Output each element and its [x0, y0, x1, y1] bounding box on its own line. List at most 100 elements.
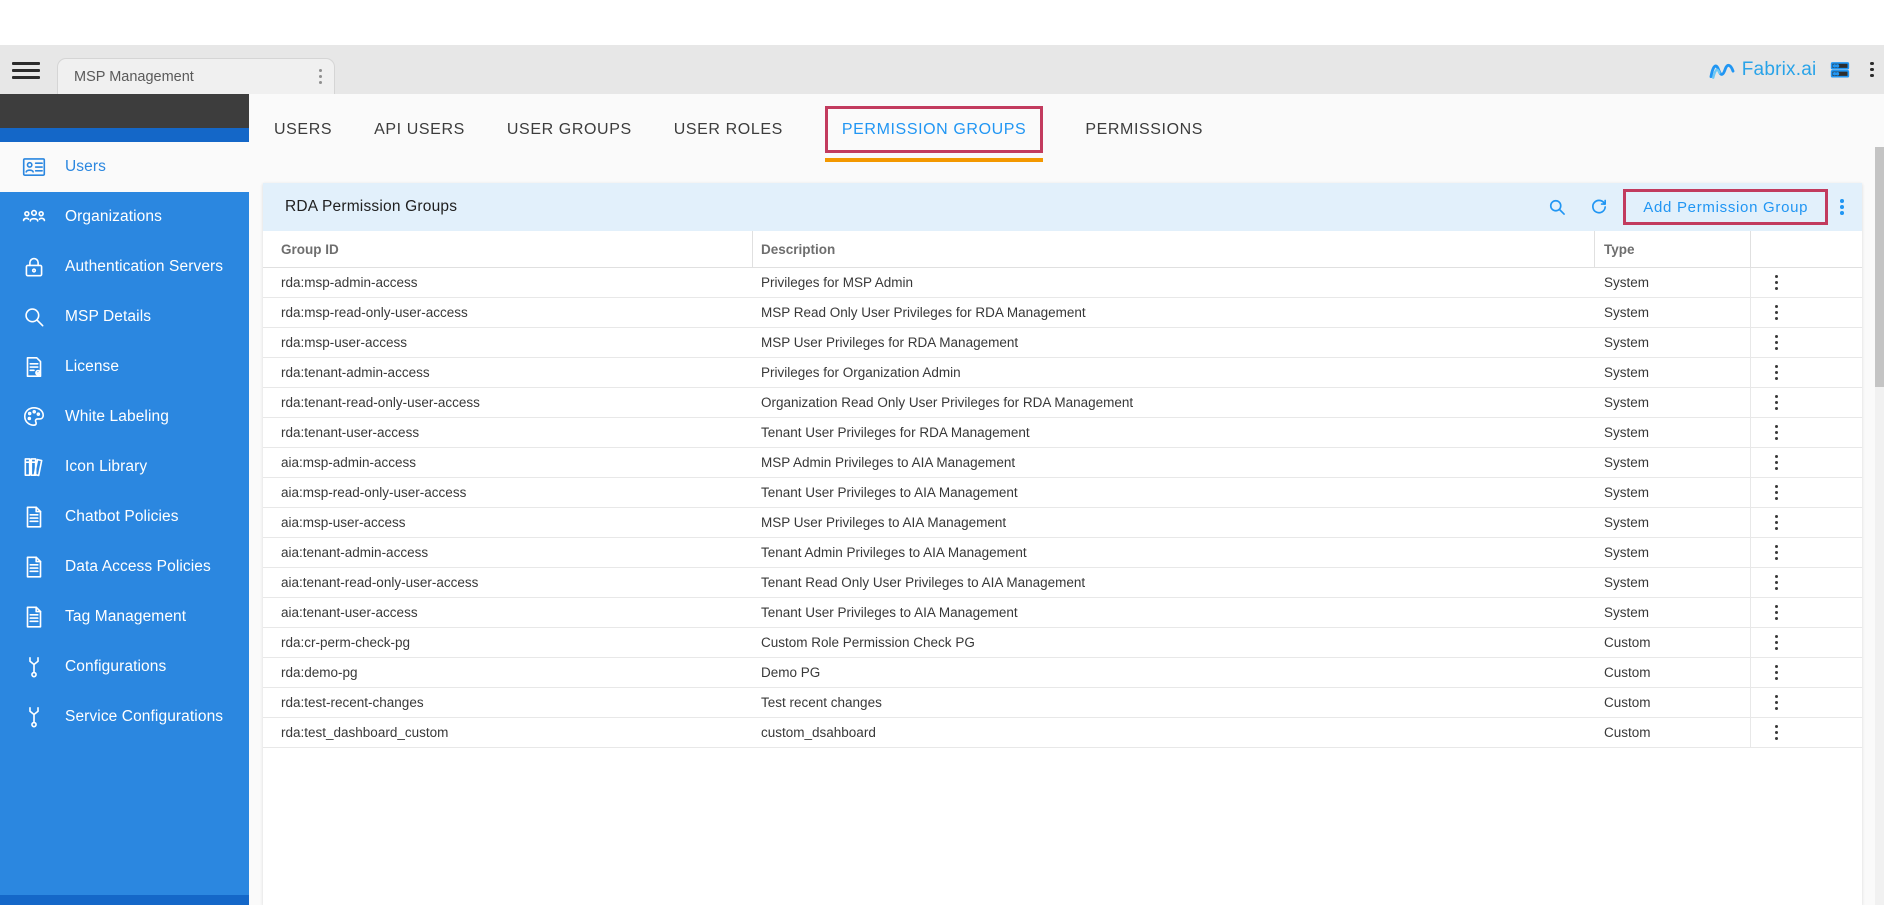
- tab-permission-groups[interactable]: PERMISSION GROUPS: [825, 106, 1043, 153]
- cell-type: Custom: [1595, 718, 1751, 747]
- books-icon: [20, 454, 47, 481]
- sidebar-item-service-configurations[interactable]: Service Configurations: [0, 692, 249, 742]
- table-row: aia:tenant-user-accessTenant User Privil…: [263, 598, 1862, 628]
- row-kebab-icon[interactable]: [1775, 695, 1778, 710]
- sidebar-item-label: White Labeling: [65, 408, 169, 426]
- row-kebab-icon[interactable]: [1775, 485, 1778, 500]
- window-tab-kebab-icon[interactable]: [319, 69, 322, 84]
- sidebar-item-icon-library[interactable]: Icon Library: [0, 442, 249, 492]
- cell-group-id: rda:cr-perm-check-pg: [263, 628, 753, 657]
- cell-description: Tenant User Privileges to AIA Management: [753, 478, 1595, 507]
- scrollbar-track[interactable]: [1875, 147, 1884, 905]
- sidebar-item-license[interactable]: License: [0, 342, 249, 392]
- panel-kebab-icon[interactable]: [1840, 199, 1844, 215]
- sidebar-accent-strip: [0, 128, 249, 142]
- cell-group-id: aia:msp-user-access: [263, 508, 753, 537]
- sidebar-item-organizations[interactable]: Organizations: [0, 192, 249, 242]
- cell-group-id: aia:msp-admin-access: [263, 448, 753, 477]
- table-header-row: Group ID Description Type: [263, 231, 1862, 268]
- column-header-group-id: Group ID: [263, 231, 753, 267]
- cell-description: Tenant Admin Privileges to AIA Managemen…: [753, 538, 1595, 567]
- cell-group-id: aia:msp-read-only-user-access: [263, 478, 753, 507]
- row-kebab-icon[interactable]: [1775, 395, 1778, 410]
- row-kebab-icon[interactable]: [1775, 725, 1778, 740]
- cell-actions: [1751, 628, 1862, 657]
- section-tabs: USERS API USERS USER GROUPS USER ROLES PERMI…: [274, 106, 1203, 153]
- row-kebab-icon[interactable]: [1775, 575, 1778, 590]
- row-kebab-icon[interactable]: [1775, 365, 1778, 380]
- sidebar-item-tag-management[interactable]: Tag Management: [0, 592, 249, 642]
- cell-actions: [1751, 538, 1862, 567]
- table-body: rda:msp-admin-accessPrivileges for MSP A…: [263, 268, 1862, 748]
- cell-type: System: [1595, 358, 1751, 387]
- sidebar-item-white-labeling[interactable]: White Labeling: [0, 392, 249, 442]
- cell-type: System: [1595, 568, 1751, 597]
- cell-actions: [1751, 298, 1862, 327]
- sidebar-item-label: Organizations: [65, 208, 162, 226]
- row-kebab-icon[interactable]: [1775, 455, 1778, 470]
- sidebar-item-configurations[interactable]: Configurations: [0, 642, 249, 692]
- row-kebab-icon[interactable]: [1775, 635, 1778, 650]
- browser-topbar: MSP Management Fabrix.ai: [0, 45, 1884, 94]
- tab-user-groups[interactable]: USER GROUPS: [507, 121, 632, 139]
- sidebar-item-authentication-servers[interactable]: Authentication Servers: [0, 242, 249, 292]
- row-kebab-icon[interactable]: [1775, 545, 1778, 560]
- cell-description: Tenant Read Only User Privileges to AIA …: [753, 568, 1595, 597]
- sidebar-item-label: Service Configurations: [65, 708, 223, 726]
- row-kebab-icon[interactable]: [1775, 665, 1778, 680]
- cell-group-id: rda:tenant-user-access: [263, 418, 753, 447]
- table-row: rda:tenant-admin-accessPrivileges for Or…: [263, 358, 1862, 388]
- row-kebab-icon[interactable]: [1775, 305, 1778, 320]
- table-row: rda:test-recent-changesTest recent chang…: [263, 688, 1862, 718]
- cell-type: System: [1595, 268, 1751, 297]
- cell-description: custom_dsahboard: [753, 718, 1595, 747]
- row-kebab-icon[interactable]: [1775, 275, 1778, 290]
- topbar-kebab-icon[interactable]: [1870, 62, 1874, 78]
- scrollbar-thumb[interactable]: [1875, 147, 1884, 387]
- window-tab[interactable]: MSP Management: [57, 58, 335, 94]
- row-kebab-icon[interactable]: [1775, 425, 1778, 440]
- cell-description: MSP Read Only User Privileges for RDA Ma…: [753, 298, 1595, 327]
- table-row: aia:tenant-read-only-user-accessTenant R…: [263, 568, 1862, 598]
- hamburger-menu-icon[interactable]: [12, 58, 40, 82]
- cell-actions: [1751, 388, 1862, 417]
- server-rack-icon[interactable]: [1830, 60, 1850, 80]
- cell-actions: [1751, 598, 1862, 627]
- add-permission-group-button[interactable]: Add Permission Group: [1623, 189, 1828, 225]
- cell-type: Custom: [1595, 628, 1751, 657]
- sidebar-item-users[interactable]: Users: [0, 142, 249, 192]
- cell-description: MSP User Privileges to AIA Management: [753, 508, 1595, 537]
- cell-type: Custom: [1595, 688, 1751, 717]
- brand-wave-icon: [1708, 59, 1736, 81]
- row-kebab-icon[interactable]: [1775, 605, 1778, 620]
- tab-user-roles[interactable]: USER ROLES: [674, 121, 783, 139]
- column-header-type: Type: [1595, 231, 1751, 267]
- palette-icon: [20, 404, 47, 431]
- refresh-icon[interactable]: [1589, 197, 1609, 217]
- cell-description: Custom Role Permission Check PG: [753, 628, 1595, 657]
- cell-group-id: rda:msp-read-only-user-access: [263, 298, 753, 327]
- cell-group-id: rda:test_dashboard_custom: [263, 718, 753, 747]
- sidebar-item-data-access-policies[interactable]: Data Access Policies: [0, 542, 249, 592]
- row-kebab-icon[interactable]: [1775, 335, 1778, 350]
- tab-api-users[interactable]: API USERS: [374, 121, 465, 139]
- row-kebab-icon[interactable]: [1775, 515, 1778, 530]
- tab-permissions[interactable]: PERMISSIONS: [1085, 121, 1203, 139]
- topbar-right-group: Fabrix.ai: [1708, 45, 1874, 94]
- wrench-icon: [20, 654, 47, 681]
- wrench-icon: [20, 704, 47, 731]
- cell-group-id: aia:tenant-admin-access: [263, 538, 753, 567]
- brand-logo: Fabrix.ai: [1708, 59, 1817, 81]
- cell-description: Tenant User Privileges to AIA Management: [753, 598, 1595, 627]
- cell-description: Demo PG: [753, 658, 1595, 687]
- cell-description: Test recent changes: [753, 688, 1595, 717]
- tab-users[interactable]: USERS: [274, 121, 332, 139]
- sidebar-item-chatbot-policies[interactable]: Chatbot Policies: [0, 492, 249, 542]
- sidebar: Users Organizations Authentication Servers…: [0, 94, 249, 905]
- document-icon: [20, 554, 47, 581]
- search-icon[interactable]: [1547, 197, 1567, 217]
- document-icon: [20, 504, 47, 531]
- sidebar-item-msp-details[interactable]: MSP Details: [0, 292, 249, 342]
- column-header-description: Description: [753, 231, 1595, 267]
- table-row: aia:msp-user-accessMSP User Privileges t…: [263, 508, 1862, 538]
